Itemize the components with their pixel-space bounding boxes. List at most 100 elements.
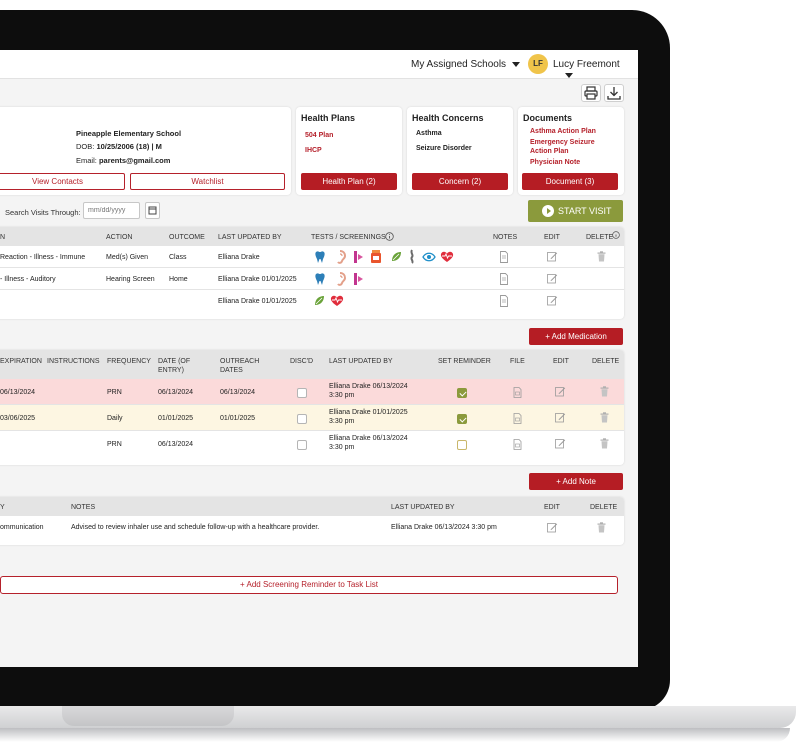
- discontinued-checkbox[interactable]: [297, 440, 307, 450]
- edit-icon[interactable]: [555, 412, 566, 423]
- view-contacts-button[interactable]: View Contacts: [0, 173, 125, 190]
- set-reminder-checkbox[interactable]: [457, 440, 467, 450]
- health-plan-link[interactable]: 504 Plan: [305, 131, 333, 140]
- scoliosis-icon[interactable]: [390, 250, 402, 263]
- notes-icon[interactable]: [499, 251, 509, 263]
- edit-icon[interactable]: [547, 522, 558, 533]
- column-header: N: [0, 234, 6, 241]
- health-plan-button[interactable]: Health Plan (2): [301, 173, 397, 190]
- document-link[interactable]: Physician Note: [530, 158, 580, 167]
- set-reminder-checkbox[interactable]: [457, 414, 467, 424]
- visits-table-header: N ACTION OUTCOME LAST UPDATED BY TESTS /…: [0, 227, 624, 246]
- document-button[interactable]: Document (3): [522, 173, 618, 190]
- download-button[interactable]: [604, 84, 624, 102]
- medications-table-header: EXPIRATION INSTRUCTIONS FREQUENCY DATE (…: [0, 350, 624, 379]
- visits-table: N ACTION OUTCOME LAST UPDATED BY TESTS /…: [0, 227, 624, 319]
- trash-icon[interactable]: [597, 251, 606, 262]
- edit-icon[interactable]: [547, 295, 558, 306]
- med-entry-date: 06/13/2024: [158, 389, 194, 396]
- trash-icon[interactable]: [600, 386, 609, 397]
- med-frequency: PRN: [107, 389, 122, 396]
- assigned-schools-dropdown[interactable]: My Assigned Schools: [411, 59, 521, 70]
- med-frequency: Daily: [107, 415, 123, 422]
- ear-icon[interactable]: [334, 272, 346, 286]
- add-note-button[interactable]: + Add Note: [529, 473, 623, 490]
- documents-card: Documents Asthma Action Plan Emergency S…: [518, 107, 624, 195]
- table-row[interactable]: - Illness - Auditory Hearing Screen Home…: [0, 268, 624, 290]
- calendar-button[interactable]: [145, 202, 160, 219]
- table-row[interactable]: ommunication Advised to review inhaler u…: [0, 516, 624, 540]
- note-category: ommunication: [0, 524, 44, 531]
- file-icon[interactable]: [513, 439, 522, 450]
- visit-action: Hearing Screen: [106, 276, 155, 283]
- medications-table: EXPIRATION INSTRUCTIONS FREQUENCY DATE (…: [0, 350, 624, 465]
- document-link[interactable]: Emergency Seizure Action Plan: [530, 138, 610, 156]
- edit-icon[interactable]: [555, 386, 566, 397]
- laptop-notch: [62, 706, 234, 726]
- concern-item: Asthma: [416, 130, 442, 137]
- add-medication-button[interactable]: + Add Medication: [529, 328, 623, 345]
- column-header: EDIT: [544, 504, 560, 511]
- print-button[interactable]: [581, 84, 601, 102]
- column-header: OUTREACH DATES: [220, 358, 260, 374]
- trash-icon[interactable]: [600, 438, 609, 449]
- discontinued-checkbox[interactable]: [297, 388, 307, 398]
- tooth-icon[interactable]: [314, 250, 326, 264]
- table-row[interactable]: Reaction - Illness - Immune Med(s) Given…: [0, 246, 624, 268]
- vision-chart-icon[interactable]: [353, 250, 365, 264]
- column-header: EDIT: [553, 358, 569, 365]
- medication-bottle-icon[interactable]: [370, 249, 382, 264]
- table-row[interactable]: 03/06/2025 Daily 01/01/2025 01/01/2025 E…: [0, 405, 624, 431]
- visit-updated-by: Elliana Drake: [218, 254, 260, 261]
- concern-button[interactable]: Concern (2): [412, 173, 508, 190]
- visit-reason: - Illness - Auditory: [0, 276, 56, 283]
- heart-rate-icon[interactable]: [440, 250, 454, 263]
- med-updated-by: Elliana Drake 06/13/2024 3:30 pm: [329, 435, 408, 451]
- info-icon[interactable]: [385, 232, 394, 241]
- trash-icon[interactable]: [597, 522, 606, 533]
- documents-title: Documents: [523, 113, 573, 123]
- visit-date-input[interactable]: [83, 202, 140, 219]
- column-header: LAST UPDATED BY: [391, 504, 455, 511]
- column-header: DELETE: [592, 358, 620, 365]
- scoliosis-icon[interactable]: [313, 294, 325, 307]
- user-menu[interactable]: Lucy Freemont: [553, 59, 638, 81]
- column-header: SET REMINDER: [438, 358, 491, 365]
- table-row[interactable]: 06/13/2024 PRN 06/13/2024 06/13/2024 Ell…: [0, 379, 624, 405]
- eye-icon[interactable]: [422, 252, 436, 262]
- vision-chart-icon[interactable]: [353, 272, 365, 286]
- set-reminder-checkbox[interactable]: [457, 388, 467, 398]
- edit-icon[interactable]: [547, 251, 558, 262]
- start-visit-button[interactable]: START VISIT: [528, 200, 623, 222]
- tooth-icon[interactable]: [314, 272, 326, 286]
- trash-icon[interactable]: [600, 412, 609, 423]
- info-icon[interactable]: [612, 231, 620, 239]
- notes-icon[interactable]: [499, 295, 509, 307]
- notes-icon[interactable]: [499, 273, 509, 285]
- visit-outcome: Home: [169, 276, 188, 283]
- add-screening-reminder-button[interactable]: + Add Screening Reminder to Task List: [0, 576, 618, 594]
- edit-icon[interactable]: [555, 438, 566, 449]
- file-icon[interactable]: [513, 387, 522, 398]
- column-header: EDIT: [544, 234, 560, 241]
- discontinued-checkbox[interactable]: [297, 414, 307, 424]
- edit-icon[interactable]: [547, 273, 558, 284]
- laptop-base-shadow: [0, 728, 790, 742]
- note-updated-by: Elliana Drake 06/13/2024 3:30 pm: [391, 524, 497, 531]
- document-link[interactable]: Asthma Action Plan: [530, 127, 596, 136]
- visit-action: Med(s) Given: [106, 254, 149, 261]
- concern-item: Seizure Disorder: [416, 145, 472, 152]
- table-row[interactable]: PRN 06/13/2024 Elliana Drake 06/13/2024 …: [0, 431, 624, 457]
- table-row[interactable]: Elliana Drake 01/01/2025: [0, 290, 624, 312]
- search-visits-label: Search Visits Through:: [5, 208, 81, 217]
- heart-rate-icon[interactable]: [330, 294, 344, 307]
- watchlist-button[interactable]: Watchlist: [130, 173, 285, 190]
- column-header: FREQUENCY: [107, 358, 151, 365]
- ear-icon[interactable]: [334, 250, 346, 264]
- spine-icon[interactable]: [408, 249, 416, 264]
- health-plan-link[interactable]: IHCP: [305, 146, 322, 155]
- app-screen: My Assigned Schools LF Lucy Freemont Pin…: [0, 50, 638, 667]
- file-icon[interactable]: [513, 413, 522, 424]
- avatar[interactable]: LF: [528, 54, 548, 74]
- med-outreach-date: 06/13/2024: [220, 389, 256, 396]
